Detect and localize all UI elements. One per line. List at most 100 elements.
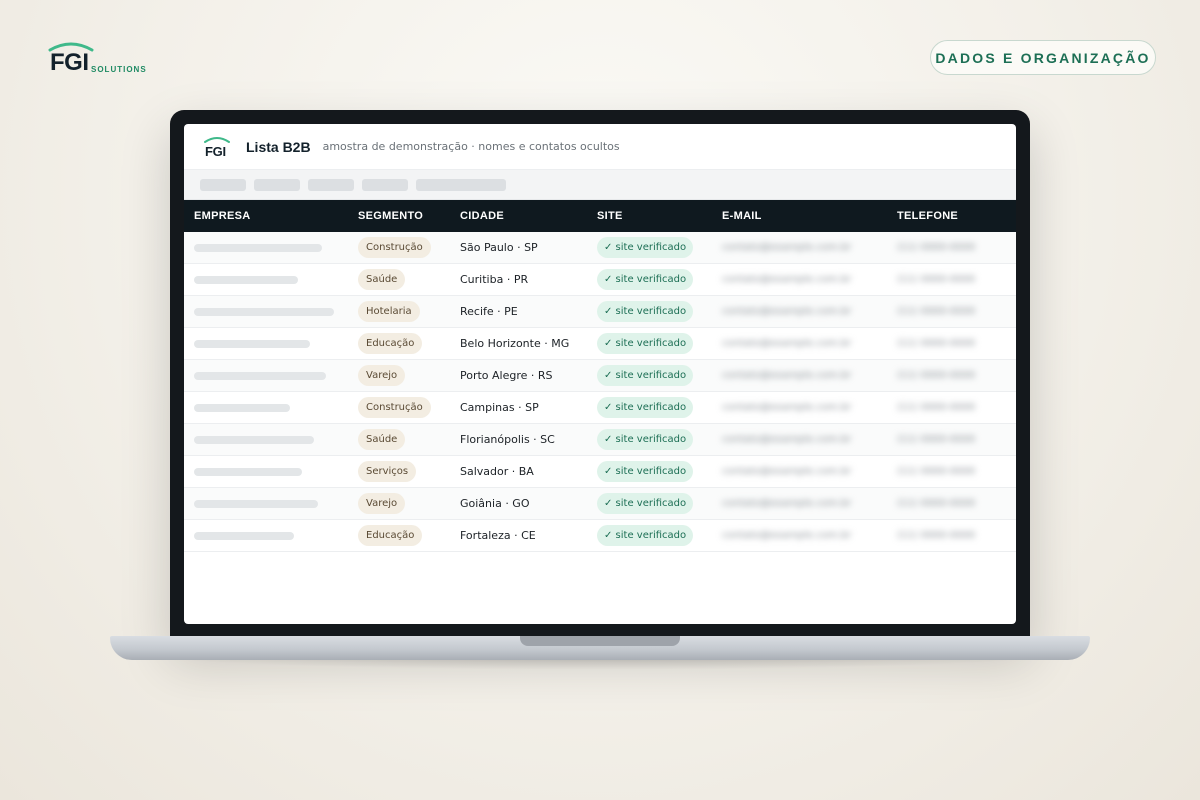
hidden-company-name <box>194 499 318 508</box>
site-cell: ✓ site verificado <box>597 488 722 519</box>
site-verified-badge[interactable]: ✓ site verificado <box>597 301 694 322</box>
email-cell: contato@example.com.br <box>722 232 897 263</box>
city-text: Curitiba · PR <box>460 273 529 286</box>
city-text: São Paulo · SP <box>460 241 538 254</box>
segment-badge: Educação <box>358 525 423 546</box>
toolbar-placeholder[interactable] <box>254 178 300 191</box>
phone-cell: (11) 0000-0000 <box>897 392 1016 423</box>
site-verified-badge[interactable]: ✓ site verificado <box>597 333 694 354</box>
table-row[interactable]: Varejo Goiânia · GO ✓ site verificado conta… <box>184 488 1016 520</box>
blurred-phone: (11) 0000-0000 <box>897 402 976 413</box>
site-cell: ✓ site verificado <box>597 392 722 423</box>
city-cell: São Paulo · SP <box>460 232 597 263</box>
blurred-email: contato@example.com.br <box>722 434 852 445</box>
segment-cell: Varejo <box>358 488 460 519</box>
email-cell: contato@example.com.br <box>722 360 897 391</box>
toolbar-placeholder[interactable] <box>200 178 246 191</box>
table-row[interactable]: Hotelaria Recife · PE ✓ site verificado con… <box>184 296 1016 328</box>
b2b-table: EMPRESA SEGMENTO CIDADE SITE E-MAIL TELE… <box>184 200 1016 552</box>
brand-sub: SOLUTIONS <box>91 65 147 74</box>
site-verified-badge[interactable]: ✓ site verificado <box>597 365 694 386</box>
column-header-empresa[interactable]: EMPRESA <box>184 210 358 222</box>
app-logo[interactable]: FGI <box>204 135 232 159</box>
city-cell: Recife · PE <box>460 296 597 327</box>
logo-arc-icon <box>204 136 230 143</box>
site-verified-badge[interactable]: ✓ site verificado <box>597 525 694 546</box>
site-cell: ✓ site verificado <box>597 232 722 263</box>
email-cell: contato@example.com.br <box>722 456 897 487</box>
company-name-cell <box>184 456 358 487</box>
blurred-email: contato@example.com.br <box>722 466 852 477</box>
segment-cell: Construção <box>358 392 460 423</box>
site-cell: ✓ site verificado <box>597 424 722 455</box>
table-row[interactable]: Educação Belo Horizonte · MG ✓ site verifi… <box>184 328 1016 360</box>
segment-badge: Saúde <box>358 429 406 450</box>
blurred-phone: (11) 0000-0000 <box>897 530 976 541</box>
blurred-email: contato@example.com.br <box>722 306 852 317</box>
city-cell: Salvador · BA <box>460 456 597 487</box>
site-cell: ✓ site verificado <box>597 296 722 327</box>
table-header: EMPRESA SEGMENTO CIDADE SITE E-MAIL TELE… <box>184 200 1016 232</box>
email-cell: contato@example.com.br <box>722 488 897 519</box>
site-verified-badge[interactable]: ✓ site verificado <box>597 429 694 450</box>
laptop-screen: FGI Lista B2B amostra de demonstração · … <box>184 124 1016 624</box>
table-row[interactable]: Construção Campinas · SP ✓ site verificado… <box>184 392 1016 424</box>
laptop-notch <box>520 636 680 646</box>
segment-badge: Varejo <box>358 493 406 514</box>
toolbar-placeholder[interactable] <box>416 178 506 191</box>
hidden-company-name <box>194 275 298 284</box>
city-cell: Porto Alegre · RS <box>460 360 597 391</box>
company-name-cell <box>184 264 358 295</box>
site-verified-badge[interactable]: ✓ site verificado <box>597 269 694 290</box>
table-row[interactable]: Saúde Florianópolis · SC ✓ site verificado… <box>184 424 1016 456</box>
column-header-cidade[interactable]: CIDADE <box>460 210 597 222</box>
phone-cell: (11) 0000-0000 <box>897 488 1016 519</box>
segment-badge: Hotelaria <box>358 301 420 322</box>
blurred-phone: (11) 0000-0000 <box>897 242 976 253</box>
toolbar <box>184 170 1016 200</box>
blurred-phone: (11) 0000-0000 <box>897 434 976 445</box>
segment-badge: Educação <box>358 333 423 354</box>
table-row[interactable]: Saúde Curitiba · PR ✓ site verificado conta… <box>184 264 1016 296</box>
company-name-cell <box>184 392 358 423</box>
blurred-phone: (11) 0000-0000 <box>897 338 976 349</box>
city-text: Porto Alegre · RS <box>460 369 553 382</box>
brand-logo: FGI SOLUTIONS <box>48 40 158 80</box>
blurred-email: contato@example.com.br <box>722 530 852 541</box>
site-verified-badge[interactable]: ✓ site verificado <box>597 461 694 482</box>
table-row[interactable]: Serviços Salvador · BA ✓ site verificado co… <box>184 456 1016 488</box>
email-cell: contato@example.com.br <box>722 264 897 295</box>
segment-badge: Varejo <box>358 365 406 386</box>
column-header-site[interactable]: SITE <box>597 210 722 222</box>
city-text: Recife · PE <box>460 305 518 318</box>
city-text: Salvador · BA <box>460 465 534 478</box>
city-text: Florianópolis · SC <box>460 433 555 446</box>
segment-cell: Varejo <box>358 360 460 391</box>
blurred-email: contato@example.com.br <box>722 370 852 381</box>
toolbar-placeholder[interactable] <box>362 178 408 191</box>
blurred-email: contato@example.com.br <box>722 402 852 413</box>
site-verified-badge[interactable]: ✓ site verificado <box>597 397 694 418</box>
column-header-telefone[interactable]: TELEFONE <box>897 210 1016 222</box>
column-header-segmento[interactable]: SEGMENTO <box>358 210 460 222</box>
email-cell: contato@example.com.br <box>722 392 897 423</box>
phone-cell: (11) 0000-0000 <box>897 360 1016 391</box>
email-cell: contato@example.com.br <box>722 520 897 551</box>
table-row[interactable]: Construção São Paulo · SP ✓ site verificad… <box>184 232 1016 264</box>
city-text: Fortaleza · CE <box>460 529 536 542</box>
phone-cell: (11) 0000-0000 <box>897 232 1016 263</box>
hidden-company-name <box>194 467 302 476</box>
hidden-company-name <box>194 403 290 412</box>
company-name-cell <box>184 232 358 263</box>
site-verified-badge[interactable]: ✓ site verificado <box>597 493 694 514</box>
city-cell: Fortaleza · CE <box>460 520 597 551</box>
city-cell: Campinas · SP <box>460 392 597 423</box>
segment-badge: Construção <box>358 397 431 418</box>
column-header-email[interactable]: E-MAIL <box>722 210 897 222</box>
site-verified-badge[interactable]: ✓ site verificado <box>597 237 694 258</box>
table-row[interactable]: Varejo Porto Alegre · RS ✓ site verificado… <box>184 360 1016 392</box>
table-row[interactable]: Educação Fortaleza · CE ✓ site verificado c… <box>184 520 1016 552</box>
segment-cell: Educação <box>358 520 460 551</box>
site-cell: ✓ site verificado <box>597 328 722 359</box>
toolbar-placeholder[interactable] <box>308 178 354 191</box>
